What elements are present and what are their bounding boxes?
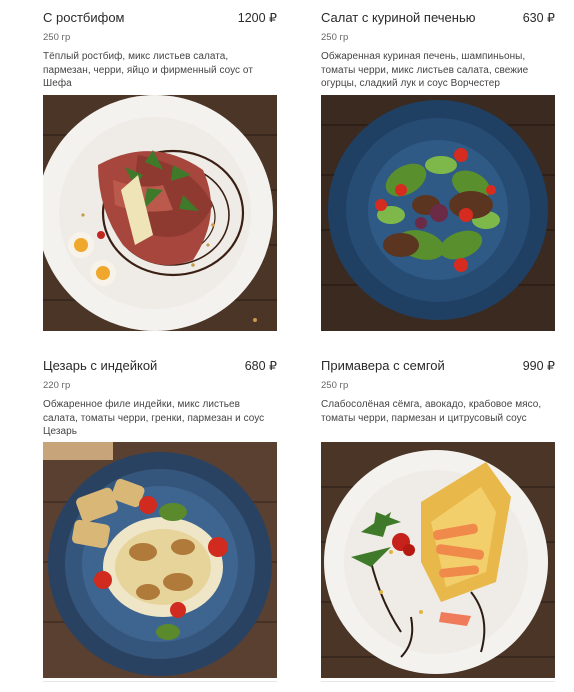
menu-item-caesar[interactable]: Цезарь с индейкой 680 ₽ 220 гр Обжаренно… bbox=[43, 358, 277, 678]
menu-item-photo[interactable] bbox=[321, 95, 555, 331]
menu-item-description: Обжаренное филе индейки, микс листьев са… bbox=[43, 399, 265, 437]
menu-item-price: 990 ₽ bbox=[522, 359, 555, 373]
menu-item-description: Обжаренная куриная печень, шампиньоны, т… bbox=[321, 51, 529, 89]
menu-item-weight: 220 гр bbox=[43, 380, 71, 391]
menu-item-primavera[interactable]: Примавера с семгой 990 ₽ 250 гр Слабосол… bbox=[321, 358, 555, 678]
menu-item-header: Салат с куриной печенью 630 ₽ bbox=[321, 10, 555, 32]
menu-item-title[interactable]: Примавера с семгой bbox=[321, 358, 445, 373]
menu-item-photo[interactable] bbox=[43, 442, 277, 678]
menu-item-header: Цезарь с индейкой 680 ₽ bbox=[43, 358, 277, 380]
caesar-turkey-photo-image bbox=[43, 442, 277, 678]
menu-item-title[interactable]: С ростбифом bbox=[43, 10, 125, 25]
menu-item-photo[interactable] bbox=[43, 95, 277, 331]
menu-item-weight: 250 гр bbox=[321, 32, 349, 43]
salad-roastbeef-photo-image bbox=[43, 95, 277, 331]
menu-item-price: 1200 ₽ bbox=[237, 11, 277, 25]
divider-right bbox=[321, 681, 555, 682]
divider-left bbox=[43, 681, 277, 682]
menu-item-header: Примавера с семгой 990 ₽ bbox=[321, 358, 555, 380]
menu-item-title[interactable]: Цезарь с индейкой bbox=[43, 358, 157, 373]
menu-item-photo[interactable] bbox=[321, 442, 555, 678]
menu-item-roastbeef[interactable]: С ростбифом 1200 ₽ 250 гр Тёплый ростбиф… bbox=[43, 10, 277, 331]
salad-chicken-liver-photo-image bbox=[321, 95, 555, 331]
menu-item-description: Слабосолёная сёмга, авокадо, крабовое мя… bbox=[321, 399, 542, 424]
menu-item-chicken-liver[interactable]: Салат с куриной печенью 630 ₽ 250 гр Обж… bbox=[321, 10, 555, 331]
menu-item-title[interactable]: Салат с куриной печенью bbox=[321, 10, 475, 25]
menu-item-price: 680 ₽ bbox=[244, 359, 277, 373]
menu-item-weight: 250 гр bbox=[321, 380, 349, 391]
primavera-salmon-photo-image bbox=[321, 442, 555, 678]
menu-item-weight: 250 гр bbox=[43, 32, 71, 43]
menu-item-description: Тёплый ростбиф, микс листьев салата, пар… bbox=[43, 51, 253, 89]
menu-item-header: С ростбифом 1200 ₽ bbox=[43, 10, 277, 32]
menu-item-price: 630 ₽ bbox=[522, 11, 555, 25]
